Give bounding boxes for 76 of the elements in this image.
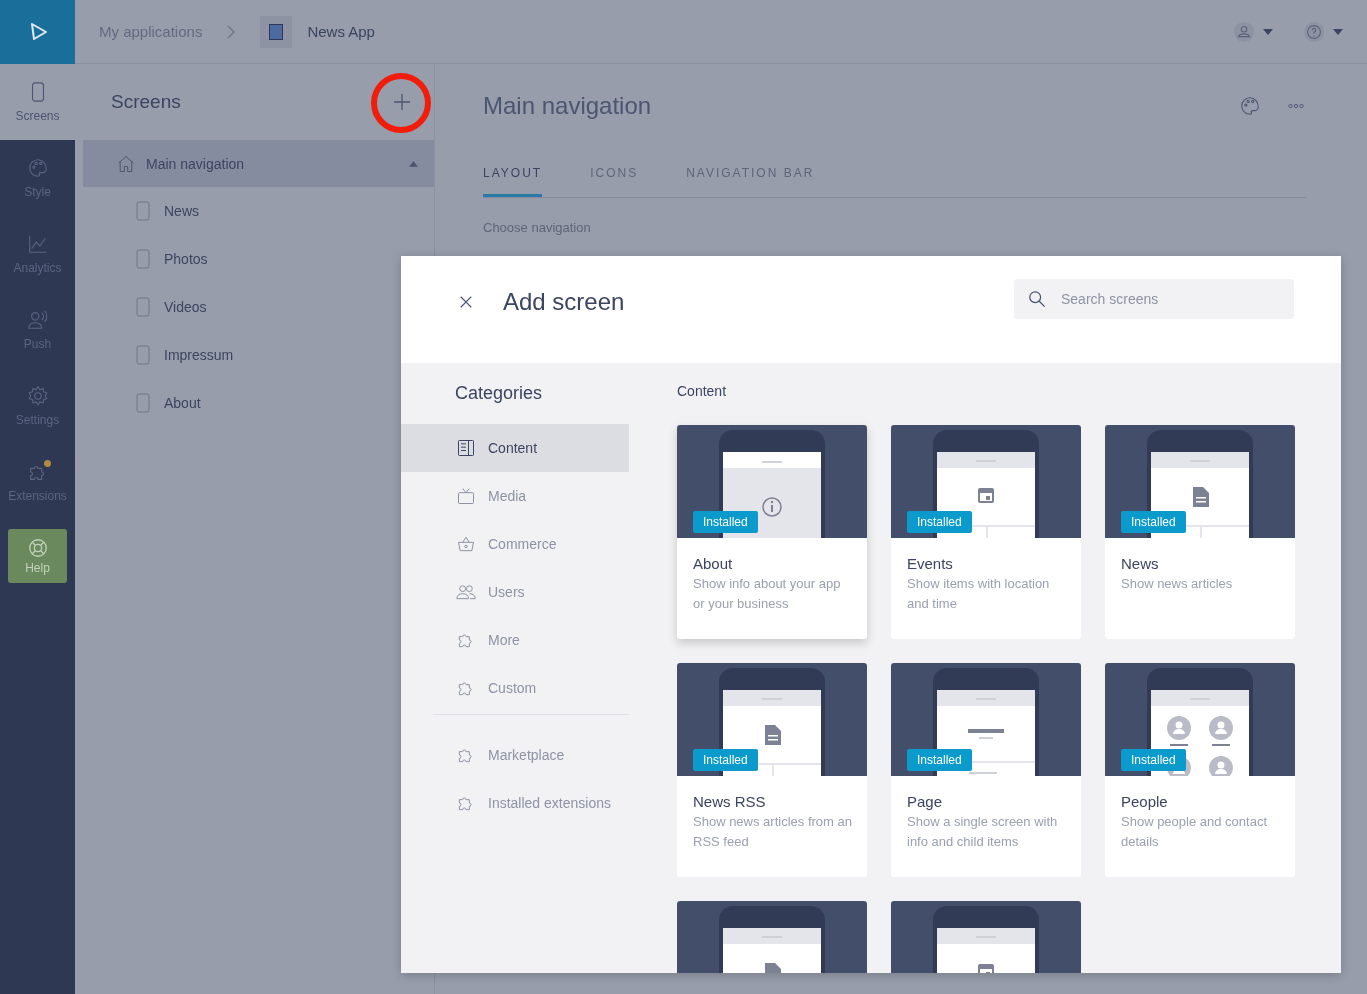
card-description: Show a single screen with info and child items: [907, 813, 1059, 851]
section-heading: Content: [677, 383, 728, 399]
phone-icon: [136, 393, 150, 413]
card-title: About: [693, 555, 734, 572]
help-menu-button[interactable]: [1303, 20, 1343, 43]
card-description: Show info about your app or your business: [693, 575, 842, 613]
card-title: Events: [907, 555, 954, 572]
tab[interactable]: NAVIGATION BAR: [686, 158, 815, 197]
installed-badge: Installed: [693, 749, 758, 771]
category-item[interactable]: Media: [401, 472, 629, 520]
nav-item[interactable]: Screens: [0, 64, 75, 140]
section-label: Choose navigation: [483, 220, 592, 235]
caret-icon: [1333, 28, 1343, 35]
installed-badge: Installed: [693, 511, 758, 533]
app-icon: [260, 15, 293, 48]
screen-card[interactable]: Installed News RSS Show news articles from an RSS feed: [677, 663, 867, 877]
page-title: Main navigation: [483, 92, 652, 120]
category-item[interactable]: Users: [401, 568, 629, 616]
screen-card[interactable]: Installed Page Show a single screen with info and child items: [891, 663, 1081, 877]
screen-card[interactable]: Installed News Show news articles: [1105, 425, 1295, 639]
installed-badge: Installed: [907, 511, 972, 533]
help-button[interactable]: Help: [8, 529, 67, 583]
tree-item[interactable]: Main navigation: [83, 140, 434, 187]
card-title: People: [1121, 793, 1169, 810]
categories-heading: Categories: [455, 383, 544, 404]
app-name[interactable]: News App: [307, 23, 375, 40]
category-item[interactable]: More: [401, 616, 629, 664]
installed-badge: Installed: [1121, 749, 1186, 771]
phone-icon: [136, 345, 150, 365]
category-item[interactable]: Installed extensions: [401, 779, 629, 827]
caret-icon: [1263, 28, 1273, 35]
basket-icon: [456, 534, 476, 554]
category-item[interactable]: Commerce: [401, 520, 629, 568]
palette-icon: [1239, 95, 1261, 117]
users-icon: [456, 582, 476, 602]
category-item[interactable]: Marketplace: [401, 731, 629, 779]
tv-icon: [456, 486, 476, 506]
search-field[interactable]: Search screens: [1014, 278, 1294, 319]
tree-item[interactable]: Impressum: [83, 331, 434, 379]
card-description: Show news articles: [1121, 575, 1234, 593]
chevron-icon: [226, 23, 237, 40]
close-icon[interactable]: [459, 294, 473, 309]
settings-icon: [26, 385, 49, 407]
card-title: Page: [907, 793, 944, 810]
tree-item[interactable]: News: [83, 187, 434, 235]
installed-badge: Installed: [907, 749, 972, 771]
panel-title: Screens: [111, 91, 181, 113]
screen-card[interactable]: Installed About Show info about your app or your business: [677, 425, 867, 639]
person-signal-icon: [26, 309, 49, 331]
chart-icon: [26, 233, 49, 255]
tree-item[interactable]: Videos: [83, 283, 434, 331]
tree-item[interactable]: Photos: [83, 235, 434, 283]
phone-icon: [136, 201, 150, 221]
phone-icon: [136, 249, 150, 269]
tab[interactable]: LAYOUT: [483, 158, 543, 197]
card-title: News RSS: [693, 793, 767, 810]
card-title: News: [1121, 555, 1160, 572]
phone-icon: [136, 297, 150, 317]
category-item[interactable]: Content: [401, 424, 629, 472]
list-page-icon: [456, 438, 476, 458]
dialog-title: Add screen: [503, 287, 625, 316]
installed-badge: Installed: [1121, 511, 1186, 533]
lifebuoy-icon: [26, 537, 49, 559]
card-description: Show people and contact details: [1121, 813, 1268, 851]
tab[interactable]: ICONS: [590, 158, 639, 197]
tree-item[interactable]: About: [83, 379, 434, 427]
card-description: Show news articles from an RSS feed: [693, 813, 853, 851]
search-icon: [1028, 289, 1046, 308]
screen-card[interactable]: Installed People Show people and contact details: [1105, 663, 1295, 877]
palette-icon: [26, 157, 49, 179]
screen-card[interactable]: Installed Events Show items with location and time: [891, 425, 1081, 639]
home-icon: [116, 153, 136, 174]
category-item[interactable]: Custom: [401, 664, 629, 712]
user-menu-button[interactable]: [1233, 20, 1273, 43]
card-description: Show items with location and time: [907, 575, 1051, 613]
caret-icon[interactable]: [409, 160, 418, 167]
